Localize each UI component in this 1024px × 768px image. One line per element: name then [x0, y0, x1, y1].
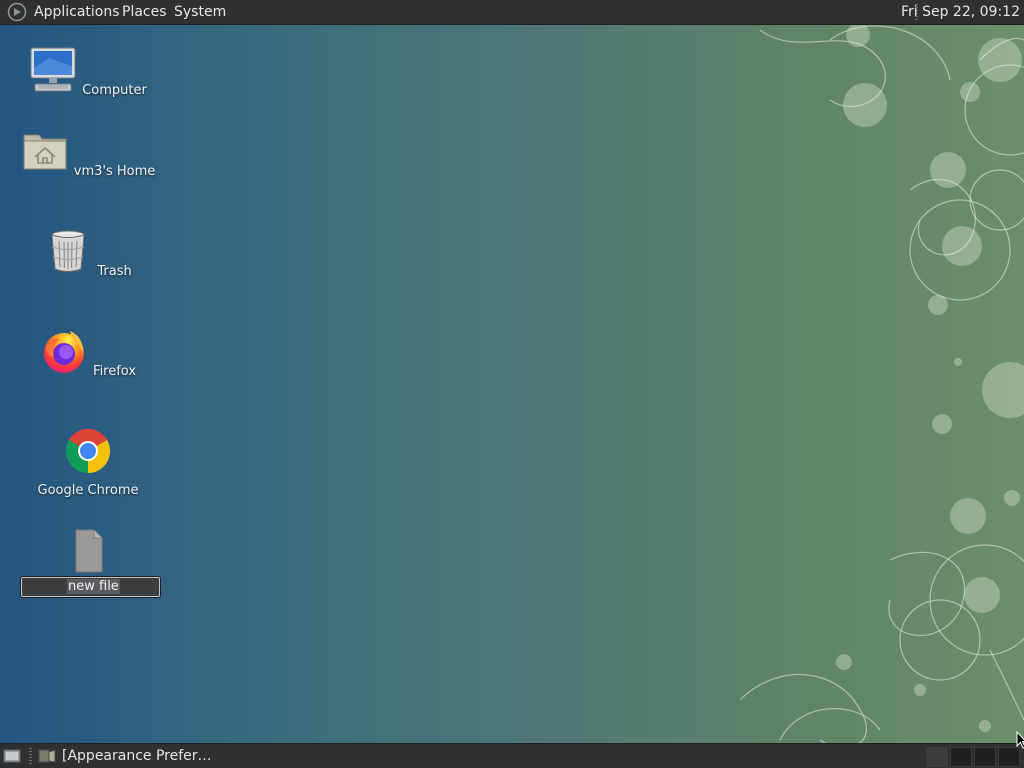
desktop-icon-label: Firefox [93, 364, 137, 379]
desktop-icon-new-file[interactable] [18, 528, 158, 580]
wallpaper-decoration [739, 23, 1024, 749]
chrome-icon [65, 428, 111, 474]
show-desktop-icon[interactable] [3, 748, 21, 764]
computer-icon [30, 47, 76, 92]
desktop-icon-trash[interactable]: Trash [18, 227, 158, 279]
desktop-icon-label: vm3's Home [73, 164, 156, 179]
taskbar-item-appearance[interactable]: [Appearance Prefer… [36, 744, 216, 768]
workspace-3[interactable] [974, 747, 996, 767]
top-panel: Applications Places System Fri Sep 22, 0… [0, 0, 1024, 25]
bottom-panel: [Appearance Prefer… [0, 743, 1024, 768]
document-icon [75, 529, 103, 573]
panel-drag-handle[interactable] [29, 748, 32, 764]
desktop-icon-firefox[interactable]: Firefox [18, 327, 158, 379]
workspace-2[interactable] [950, 747, 972, 767]
trash-icon [51, 230, 85, 272]
gnome-foot-icon[interactable] [6, 2, 28, 22]
workspace-1[interactable] [926, 747, 948, 767]
desktop-icon-chrome[interactable]: Google Chrome [18, 427, 158, 498]
home-folder-icon [23, 134, 67, 170]
menu-system[interactable]: System [170, 0, 230, 24]
mouse-pointer-icon [1016, 731, 1024, 749]
desktop-icon-computer[interactable]: Computer [18, 46, 158, 98]
desktop-icon-label: Trash [97, 264, 132, 279]
clock[interactable]: Fri Sep 22, 09:12 [901, 0, 1020, 24]
desktop-icon-label: Computer [82, 83, 147, 98]
desktop-icon-home[interactable]: vm3's Home [18, 127, 158, 179]
workspace-switcher[interactable] [926, 747, 1020, 767]
desktop-icon-label: Google Chrome [37, 483, 139, 498]
menu-places[interactable]: Places [118, 0, 171, 24]
appearance-preferences-icon [38, 749, 56, 763]
firefox-icon [43, 331, 84, 373]
menu-applications[interactable]: Applications [30, 0, 124, 24]
workspace-4[interactable] [998, 747, 1020, 767]
rename-field-text[interactable]: new file [67, 579, 120, 594]
taskbar-item-label: [Appearance Prefer… [62, 748, 212, 764]
